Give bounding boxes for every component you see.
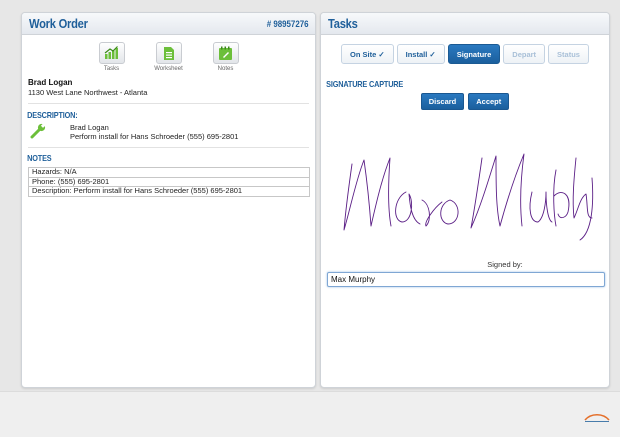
work-order-number: # 98957276	[267, 18, 309, 29]
customer-name: Brad Logan	[28, 78, 73, 87]
description-detail: Perform install for Hans Schroeder (555)…	[70, 132, 239, 141]
signer-name-input[interactable]	[327, 272, 605, 287]
description-title: DESCRIPTION:	[27, 110, 78, 120]
tasks-title: Tasks	[328, 16, 358, 31]
notes-box: Hazards: N/A Phone: (555) 695-2801 Descr…	[28, 167, 310, 197]
worksheet-label: Worksheet	[154, 66, 183, 72]
bar-chart-icon	[104, 46, 118, 59]
document-icon	[163, 46, 174, 60]
tab-on-site[interactable]: On Site ✓	[341, 44, 394, 64]
notes-label: Notes	[217, 66, 234, 72]
discard-button[interactable]: Discard	[420, 93, 465, 110]
signature-title: SIGNATURE CAPTURE	[326, 79, 404, 89]
tab-status[interactable]: Status	[548, 44, 589, 64]
task-tabs: On Site ✓ Install ✓ Signature Depart Sta…	[321, 44, 609, 64]
description-text: Brad Logan Perform install for Hans Schr…	[70, 123, 238, 141]
divider	[28, 103, 309, 104]
description-name: Brad Logan	[70, 123, 109, 132]
worksheet-action[interactable]: Worksheet	[154, 42, 184, 72]
footer	[0, 391, 620, 437]
notes-description: Description: Perform install for Hans Sc…	[32, 186, 243, 195]
tab-depart[interactable]: Depart	[503, 44, 546, 64]
description-row: Brad Logan Perform install for Hans Schr…	[22, 123, 315, 141]
worksheet-button[interactable]	[155, 42, 182, 64]
tasks-button[interactable]	[98, 42, 125, 64]
accept-button[interactable]: Accept	[468, 93, 510, 110]
notes-action[interactable]: Notes	[211, 42, 241, 72]
signed-by-label: Signed by:	[487, 260, 523, 269]
tasks-header: Tasks	[321, 13, 609, 35]
tasks-action[interactable]: Tasks	[97, 42, 127, 72]
work-order-title: Work Order	[29, 16, 88, 31]
divider	[28, 147, 309, 148]
signature-canvas[interactable]	[330, 114, 600, 244]
work-order-header: Work Order # 98957276	[22, 13, 315, 35]
tasks-label: Tasks	[103, 66, 120, 72]
notes-title: NOTES	[27, 153, 52, 163]
work-order-actions: Tasks Worksheet Notes	[22, 42, 315, 72]
tab-install[interactable]: Install ✓	[396, 44, 445, 64]
tasks-panel: Tasks On Site ✓ Install ✓ Signature Depa…	[320, 12, 610, 388]
signature-actions: Discard Accept	[321, 93, 609, 110]
customer-info: Brad Logan 1130 West Lane Northwest - At…	[22, 78, 315, 97]
tab-signature[interactable]: Signature	[447, 44, 501, 64]
notes-button[interactable]	[212, 42, 239, 64]
brand-logo-icon	[584, 413, 610, 422]
customer-address: 1130 West Lane Northwest - Atlanta	[28, 88, 148, 97]
notepad-icon	[219, 46, 232, 60]
work-order-panel: Work Order # 98957276 Tasks Worksheet No…	[21, 12, 316, 388]
wrench-icon	[30, 123, 46, 139]
